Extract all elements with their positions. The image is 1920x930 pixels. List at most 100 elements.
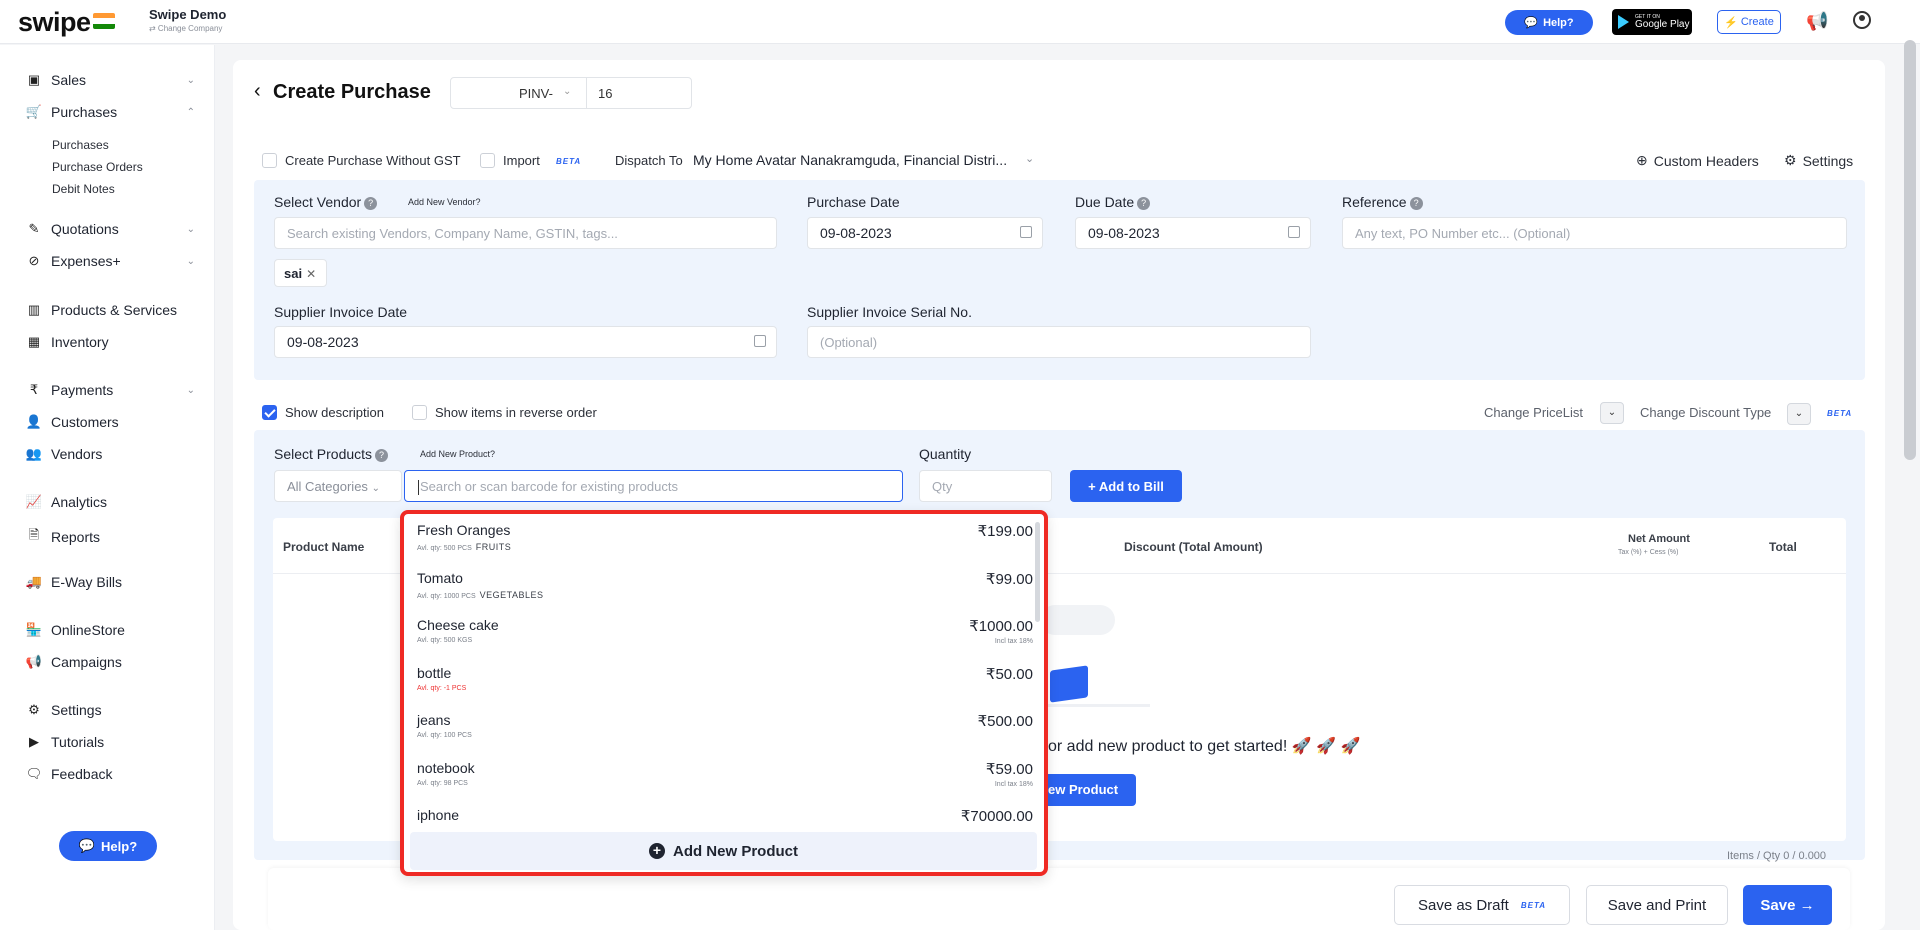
sidebar-item-campaigns[interactable]: 📢 Campaigns (25, 654, 195, 670)
without-gst-checkbox[interactable] (262, 153, 277, 168)
help-circle-icon[interactable]: ? (364, 196, 378, 210)
vendor-tag[interactable]: sai ✕ (274, 259, 327, 287)
add-new-vendor-link[interactable]: Add New Vendor? (408, 197, 481, 207)
add-to-bill-button[interactable]: + Add to Bill (1070, 470, 1182, 502)
sidebar-item-eway[interactable]: 🚚 E-Way Bills (25, 574, 195, 590)
sidebar-item-expenses[interactable]: ⊘ Expenses+ ⌄ (25, 253, 195, 269)
due-date-input[interactable]: 09-08-2023 (1075, 217, 1311, 249)
product-price: ₹500.00 (977, 713, 1033, 730)
dropdown-product-item[interactable]: Cheese cake Avl. qty: 500 KGS ₹1000.00 Incl… (417, 609, 1033, 656)
sidebar-label: Purchases (51, 104, 118, 120)
sidebar-sub-purchase-orders[interactable]: Purchase Orders (52, 160, 143, 174)
import-checkbox[interactable] (480, 153, 495, 168)
product-dropdown: Fresh Oranges Avl. qty: 500 PCS FRUITS ₹199… (400, 510, 1048, 876)
chevron-down-icon: ⌄ (563, 86, 572, 97)
sidebar-item-feedback[interactable]: 🗨 Feedback (25, 766, 195, 782)
user-avatar-icon[interactable] (1853, 11, 1871, 29)
google-play-badge[interactable]: GET IT ON Google Play (1612, 9, 1692, 35)
swipe-logo[interactable]: swipe (18, 7, 91, 38)
invoice-number-field[interactable]: PINV- ⌄ 16 (450, 77, 692, 109)
sidebar-item-customers[interactable]: 👤 Customers (25, 414, 195, 430)
dropdown-product-item[interactable]: jeans Avl. qty: 100 PCS ₹500.00 (417, 704, 1033, 751)
sidebar-item-onlinestore[interactable]: 🏪 OnlineStore (25, 622, 195, 638)
dropdown-product-item[interactable]: bottle Avl. qty: -1 PCS ₹50.00 (417, 657, 1033, 704)
sidebar-item-inventory[interactable]: ▦ Inventory (25, 334, 195, 350)
change-company-link[interactable]: ⇄ Change Company (149, 24, 226, 33)
product-search-placeholder: Search or scan barcode for existing prod… (420, 479, 678, 494)
sidebar-item-purchases[interactable]: 🛒 Purchases ⌃ (25, 104, 195, 120)
supplier-invoice-date-value: 09-08-2023 (287, 334, 359, 350)
product-name: Cheese cake (417, 617, 499, 633)
dropdown-add-new-product-button[interactable]: + Add New Product (410, 832, 1037, 870)
cash-icon: ▣ (27, 72, 41, 87)
add-new-product-link[interactable]: Add New Product? (420, 449, 495, 459)
company-switcher[interactable]: Swipe Demo ⇄ Change Company (149, 7, 226, 33)
dispatch-select[interactable]: My Home Avatar Nanakramguda, Financial D… (693, 152, 1007, 168)
save-button[interactable]: Save → (1743, 885, 1832, 925)
sidebar-item-tutorials[interactable]: ▶ Tutorials (25, 734, 195, 750)
people-icon: 👥 (25, 446, 43, 461)
help-button[interactable]: 💬 Help? (1505, 10, 1593, 35)
show-description-checkbox[interactable] (262, 405, 277, 420)
save-print-button[interactable]: Save and Print (1586, 885, 1728, 925)
sidebar-label: Tutorials (51, 734, 105, 750)
megaphone-icon: 📢 (25, 654, 43, 669)
reverse-order-checkbox[interactable] (412, 405, 427, 420)
settings-button[interactable]: ⚙ Settings (1784, 152, 1853, 169)
sidebar-item-products[interactable]: ▥ Products & Services (25, 302, 195, 318)
sidebar-item-sales[interactable]: ▣ Sales ⌄ (25, 72, 195, 88)
sidebar-sub-purchases[interactable]: Purchases (52, 138, 109, 152)
invoice-number-input[interactable]: 16 (598, 86, 612, 101)
reference-input[interactable]: Any text, PO Number etc... (Optional) (1342, 217, 1847, 249)
help-label: Help? (101, 838, 138, 854)
empty-add-product-button[interactable]: ew Product (1040, 774, 1136, 806)
sidebar-item-quotations[interactable]: ✎ Quotations ⌄ (25, 221, 195, 237)
calendar-icon (1020, 226, 1032, 238)
sidebar-label: Sales (51, 72, 87, 88)
pricelist-dropdown[interactable]: ⌄ (1600, 402, 1624, 424)
prefix-select[interactable]: PINV- (519, 86, 553, 101)
custom-headers-button[interactable]: ⊕ Custom Headers (1636, 152, 1759, 169)
text-caret (418, 480, 419, 496)
col-net-amount: Net Amount (1628, 533, 1690, 545)
supplier-invoice-date-input[interactable]: 09-08-2023 (274, 326, 777, 358)
megaphone-icon[interactable]: 📢 (1806, 11, 1828, 32)
plus-circle-icon: + (648, 843, 665, 859)
help-circle-icon[interactable]: ? (375, 448, 389, 462)
sidebar-label: Products & Services (51, 302, 178, 318)
company-name: Swipe Demo (149, 7, 227, 22)
sidebar-item-vendors[interactable]: 👥 Vendors (25, 446, 195, 462)
discount-type-dropdown[interactable]: ⌄ (1787, 403, 1811, 425)
supplier-serial-input[interactable]: (Optional) (807, 326, 1311, 358)
page-scrollbar[interactable] (1904, 40, 1916, 460)
create-button[interactable]: ⚡ Create (1717, 10, 1781, 34)
vendor-search-input[interactable]: Search existing Vendors, Company Name, G… (274, 217, 777, 249)
beta-badge: BETA (556, 157, 582, 166)
sidebar-item-reports[interactable]: 🗎 Reports (25, 526, 195, 548)
product-price: ₹199.00 (977, 523, 1033, 540)
dropdown-product-item[interactable]: Fresh Oranges Avl. qty: 500 PCS FRUITS ₹199… (417, 514, 1033, 561)
close-icon[interactable]: ✕ (306, 267, 316, 281)
dropdown-scrollbar[interactable] (1035, 522, 1040, 622)
product-category: VEGETABLES (479, 589, 544, 600)
truck-icon: 🚚 (25, 574, 43, 589)
dropdown-product-item[interactable]: notebook Avl. qty: 98 PCS ₹59.00 Incl tax 1… (417, 752, 1033, 799)
categories-select[interactable]: All Categories ⌄ (274, 470, 402, 502)
help-circle-icon[interactable]: ? (1409, 196, 1423, 210)
reference-label: Reference? (1342, 194, 1423, 210)
quantity-input[interactable]: Qty (919, 470, 1052, 502)
sidebar-item-settings[interactable]: ⚙ Settings (25, 702, 195, 718)
save-draft-button[interactable]: Save as Draft BETA (1394, 885, 1570, 925)
product-name: Tomato (417, 569, 463, 586)
dropdown-product-item[interactable]: Tomato Avl. qty: 1000 PCS VEGETABLES ₹99.00 (417, 562, 1033, 609)
back-arrow-icon[interactable]: ‹ (254, 80, 261, 103)
purchase-date-input[interactable]: 09-08-2023 (807, 217, 1043, 249)
without-gst-label: Create Purchase Without GST (285, 153, 461, 168)
sidebar-item-analytics[interactable]: 📈 Analytics (25, 494, 195, 510)
product-search-input[interactable]: Search or scan barcode for existing prod… (404, 470, 903, 502)
sidebar-help-button[interactable]: 💬 Help? (59, 831, 157, 861)
empty-illustration-box (1050, 665, 1088, 703)
sidebar-sub-debit-notes[interactable]: Debit Notes (52, 182, 115, 196)
help-circle-icon[interactable]: ? (1137, 196, 1151, 210)
sidebar-item-payments[interactable]: ₹ Payments ⌄ (25, 382, 195, 398)
